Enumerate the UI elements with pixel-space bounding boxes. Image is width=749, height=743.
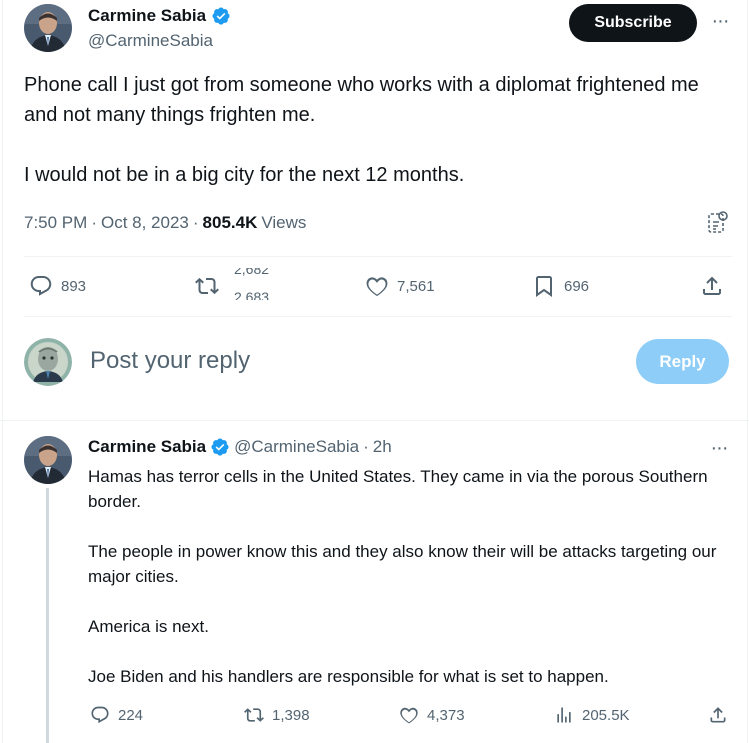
thread-author-avatar[interactable]	[24, 436, 72, 484]
reply-bubble-icon	[91, 706, 109, 724]
repost-arrows-icon	[244, 708, 264, 722]
thread-like-action[interactable]: 4,373	[399, 705, 465, 725]
repost-action[interactable]	[195, 274, 219, 298]
thread-paragraph-1: Hamas has terror cells in the United Sta…	[88, 467, 708, 511]
share-action[interactable]	[700, 274, 724, 298]
tweet-time[interactable]: 7:50 PM	[24, 213, 87, 233]
tweet-text-paragraph-1: Phone call I just got from someone who w…	[24, 74, 699, 126]
more-options-icon[interactable]: ···	[709, 10, 731, 32]
thread-paragraph-3: America is next.	[88, 617, 209, 636]
thread-tweet-header: Carmine Sabia @CarmineSabia · 2h	[88, 437, 392, 457]
reply-input[interactable]: Post your reply	[90, 347, 250, 375]
views-label: Views	[261, 213, 307, 232]
subscribe-button[interactable]: Subscribe	[569, 4, 697, 42]
repost-count-new: 2,683	[234, 289, 270, 300]
reply-count: 893	[61, 277, 87, 295]
author-name[interactable]: Carmine Sabia	[88, 6, 231, 26]
bookmark-count: 696	[564, 277, 590, 295]
bookmark-action[interactable]: 696	[532, 274, 589, 298]
bookmark-icon	[536, 276, 552, 297]
left-border	[2, 0, 3, 743]
repost-count-animated: 2,682 2,683	[234, 268, 284, 300]
thread-author-name[interactable]: Carmine Sabia	[88, 437, 206, 457]
bar-chart-icon	[557, 707, 571, 723]
share-upload-icon	[710, 707, 726, 723]
like-action[interactable]: 7,561	[365, 274, 435, 298]
thread-repost-action[interactable]: 1,398	[244, 705, 310, 725]
author-handle[interactable]: @CarmineSabia	[88, 31, 213, 51]
thread-reply-action[interactable]: 224	[90, 705, 143, 725]
right-border	[747, 0, 748, 743]
thread-like-count: 4,373	[427, 706, 465, 724]
like-count: 7,561	[397, 277, 435, 295]
reply-button[interactable]: Reply	[636, 339, 729, 384]
reply-bubble-icon	[30, 276, 52, 296]
thread-repost-count: 1,398	[272, 706, 310, 724]
repost-arrows-icon	[195, 277, 219, 295]
tweet-metadata: 7:50 PM · Oct 8, 2023 · 805.4K Views	[24, 213, 306, 233]
heart-icon	[366, 277, 388, 297]
heart-icon	[400, 707, 418, 724]
thread-connector-line	[46, 488, 49, 743]
thread-dot: ·	[363, 437, 369, 456]
thread-age[interactable]: 2h	[373, 437, 392, 457]
tweet-text-paragraph-2: I would not be in a big city for the nex…	[24, 164, 465, 186]
thread-views-count: 205.5K	[582, 706, 630, 724]
thread-author-handle[interactable]: @CarmineSabia	[234, 437, 359, 457]
reply-action[interactable]: 893	[29, 274, 86, 298]
repost-count-old: 2,682	[234, 268, 270, 277]
current-user-avatar[interactable]	[24, 338, 72, 386]
verified-badge-icon	[211, 438, 229, 456]
divider	[24, 256, 732, 257]
author-name-text[interactable]: Carmine Sabia	[88, 6, 206, 26]
thread-paragraph-4: Joe Biden and his handlers are responsib…	[88, 667, 609, 686]
divider	[24, 316, 732, 317]
share-upload-icon	[703, 276, 721, 295]
section-divider	[0, 420, 749, 421]
author-avatar[interactable]	[24, 4, 72, 52]
verified-badge-icon	[212, 7, 230, 25]
thread-share-action[interactable]	[708, 705, 728, 725]
analytics-icon[interactable]	[706, 210, 730, 236]
meta-separator: ·	[91, 213, 97, 232]
more-options-icon[interactable]: ···	[708, 437, 730, 459]
thread-paragraph-2: The people in power know this and they a…	[88, 542, 717, 586]
thread-views-action[interactable]: 205.5K	[554, 705, 630, 725]
meta-separator-2: ·	[192, 213, 199, 232]
thread-reply-count: 224	[118, 706, 144, 724]
views-count: 805.4K	[202, 213, 258, 232]
tweet-date[interactable]: Oct 8, 2023	[101, 213, 189, 233]
